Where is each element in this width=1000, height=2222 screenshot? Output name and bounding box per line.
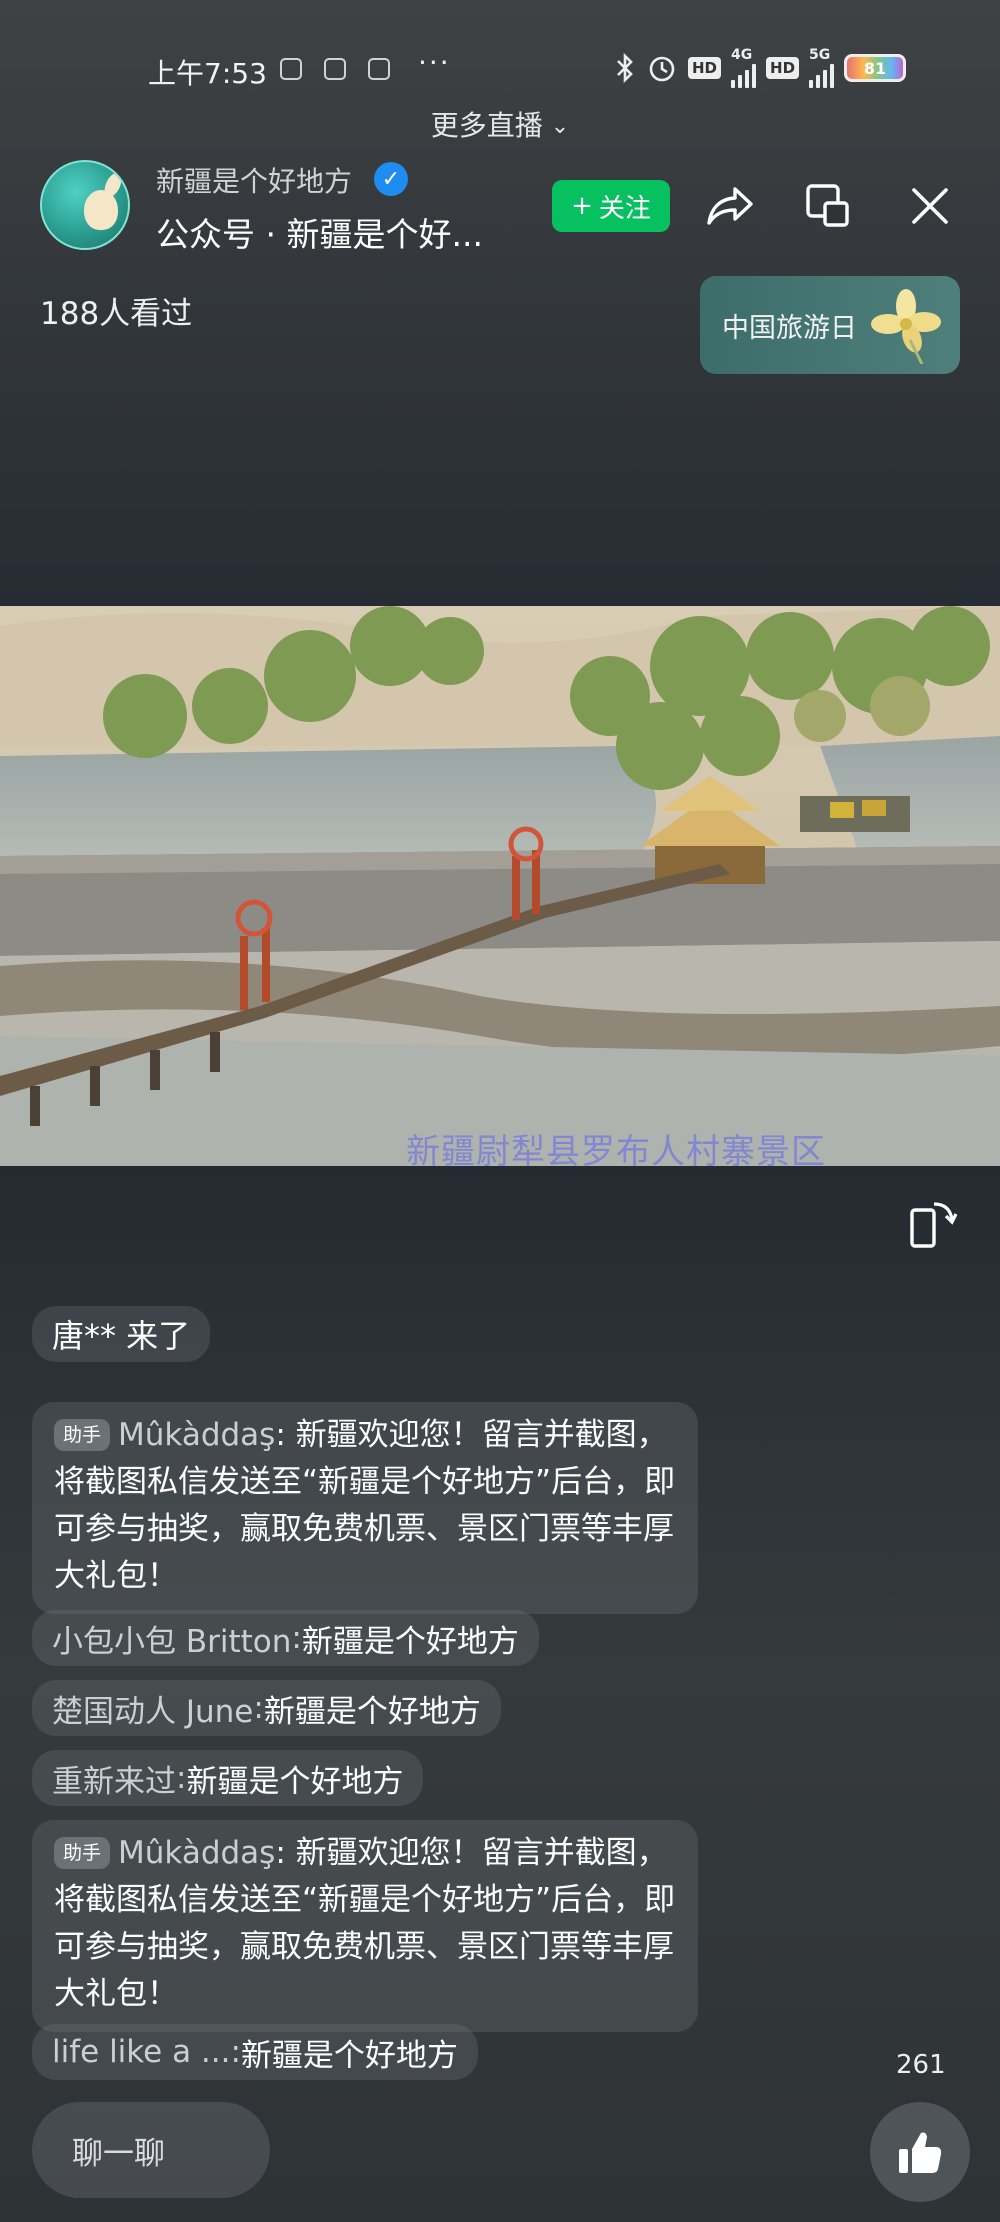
hd-badge: HD <box>766 57 800 79</box>
chat-user: life like a ... <box>52 2034 231 2070</box>
chat-message[interactable]: life like a ...: 新疆是个好地方 <box>32 2024 478 2080</box>
channel-avatar[interactable] <box>40 160 130 250</box>
join-notice: 唐** 来了 <box>32 1306 211 1362</box>
channel-name[interactable]: 新疆是个好地方 <box>156 160 352 200</box>
chat-text: 新疆是个好地方 <box>186 1763 404 1800</box>
chat-separator: : <box>275 1835 296 1871</box>
chat-text: 新疆是个好地方 <box>240 2037 458 2074</box>
chat-user: 楚国动人 June <box>52 1693 254 1730</box>
share-button[interactable] <box>702 178 758 234</box>
viewer-count: 188人看过 <box>40 296 193 332</box>
verified-icon: ✓ <box>374 162 408 196</box>
chat-user: Mûkàddaş <box>118 1835 276 1871</box>
tourism-day-label: 中国旅游日 <box>722 312 857 344</box>
thumbs-up-icon <box>899 2132 942 2173</box>
alarm-icon <box>649 56 675 82</box>
helper-tag: 助手 <box>54 1837 111 1869</box>
channel-subtitle[interactable]: 公众号 · 新疆是个好... <box>156 208 483 256</box>
chat-message[interactable]: 助手 Mûkàddaş: 新疆欢迎您！留言并截图，将截图私信发送至“新疆是个好地方… <box>32 1402 698 1614</box>
float-window-icon <box>806 184 849 227</box>
like-button[interactable] <box>870 2102 970 2202</box>
rotate-screen-button[interactable] <box>904 1196 960 1252</box>
more-notifications-icon: ··· <box>418 46 451 79</box>
more-live-label: 更多直播 <box>430 109 543 142</box>
helper-tag: 助手 <box>54 1419 111 1451</box>
signal-5g-icon: 5G <box>809 48 835 88</box>
video-frame <box>0 606 1000 1166</box>
status-right: HD 4G HD 5G 81 <box>614 48 907 88</box>
notification-icon <box>280 58 302 80</box>
hd-badge: HD <box>688 57 722 79</box>
chat-user: Mûkàddaş <box>118 1417 276 1453</box>
tourism-day-badge[interactable]: 中国旅游日 <box>700 276 960 374</box>
notification-icon <box>368 58 390 80</box>
chat-message[interactable]: 小包小包 Britton: 新疆是个好地方 <box>32 1610 539 1666</box>
chat-text: 新疆是个好地方 <box>301 1623 519 1660</box>
chat-message[interactable]: 重新来过: 新疆是个好地方 <box>32 1750 424 1806</box>
status-time: 上午7:53 <box>148 57 267 90</box>
chat-input[interactable]: 聊一聊 <box>32 2102 270 2198</box>
chat-text: 新疆是个好地方 <box>263 1693 481 1730</box>
notification-icon <box>324 58 346 80</box>
float-window-button[interactable] <box>800 178 856 234</box>
more-live-dropdown[interactable]: 更多直播 ⌄ <box>0 104 1000 144</box>
chat-user: 重新来过 <box>52 1763 176 1800</box>
chat-message[interactable]: 助手 Mûkàddaş: 新疆欢迎您！留言并截图，将截图私信发送至“新疆是个好地方… <box>32 1820 698 2032</box>
chat-message[interactable]: 楚国动人 June: 新疆是个好地方 <box>32 1680 501 1736</box>
live-video[interactable] <box>0 606 1000 1166</box>
battery-icon: 81 <box>844 54 907 82</box>
follow-label: 关注 <box>598 193 651 224</box>
video-watermark: 新疆尉犁县罗布人村寨景区 <box>406 1132 826 1172</box>
close-icon <box>912 188 948 224</box>
signal-icon: 4G <box>731 48 757 88</box>
close-button[interactable] <box>902 178 958 234</box>
chat-separator: : <box>275 1417 296 1453</box>
like-count: 261 <box>896 2050 946 2080</box>
share-icon <box>707 187 753 225</box>
bluetooth-icon <box>617 53 633 83</box>
plus-icon: + <box>571 191 593 221</box>
follow-button[interactable]: + 关注 <box>552 180 670 232</box>
chat-user: 小包小包 Britton <box>52 1623 292 1660</box>
rotate-screen-icon <box>910 1202 958 1248</box>
flower-icon <box>871 289 941 364</box>
chevron-down-icon: ⌄ <box>550 114 570 139</box>
